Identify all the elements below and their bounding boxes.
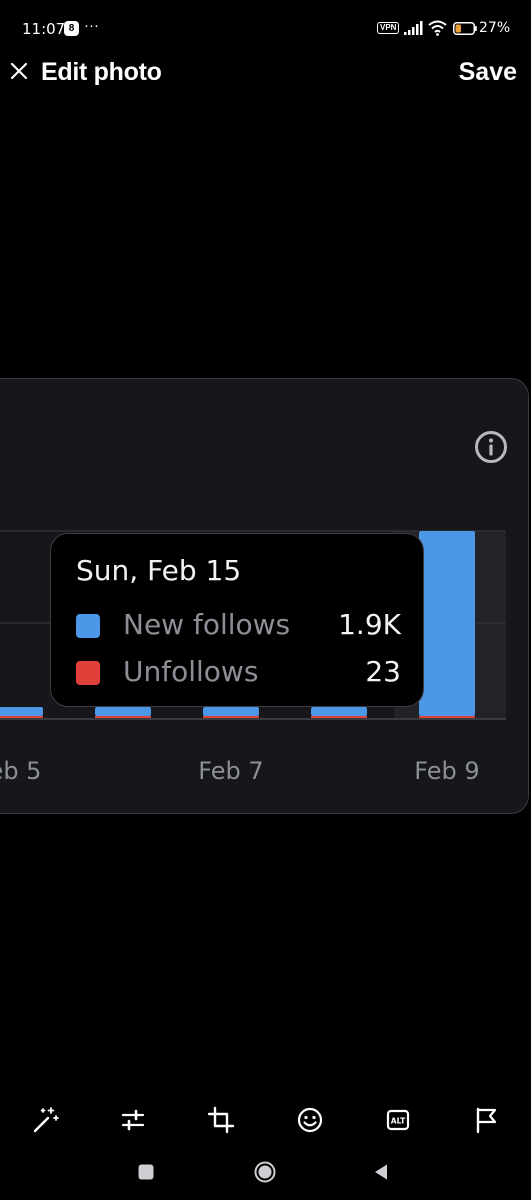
x-tick-label: Feb 7 <box>198 757 263 785</box>
bar-new-follows <box>203 707 259 716</box>
alt-text-icon[interactable]: ALT <box>382 1104 414 1136</box>
tooltip-row-new-follows: New follows 1.9K <box>76 606 401 642</box>
tooltip-label: Unfollows <box>123 655 259 688</box>
status-time: 11:07 <box>22 20 66 38</box>
magic-wand-icon[interactable] <box>30 1104 62 1136</box>
new-follows-swatch <box>76 614 100 638</box>
bar-new-follows <box>95 707 151 716</box>
info-icon <box>475 431 507 463</box>
photo-preview[interactable]: eb 5 Feb 7 Feb 9 Sun, Feb 15 New follows 1… <box>0 378 529 814</box>
edit-photo-header: Edit photo Save <box>0 56 531 92</box>
x-tick-label: eb 5 <box>0 757 41 785</box>
close-icon[interactable] <box>6 58 34 86</box>
tooltip-date: Sun, Feb 15 <box>76 554 242 587</box>
status-bar: 11:07 8 ··· VPN 27% <box>0 0 531 56</box>
bar-new-follows <box>311 707 367 716</box>
sticker-smiley-icon[interactable] <box>294 1104 326 1136</box>
crop-icon[interactable] <box>205 1104 237 1136</box>
tooltip-value: 23 <box>365 655 401 688</box>
battery-percent: 27% <box>479 20 511 36</box>
home-icon[interactable] <box>253 1160 277 1184</box>
tooltip-label: New follows <box>123 608 291 641</box>
more-notifications-icon: ··· <box>84 17 99 34</box>
adjust-sliders-icon[interactable] <box>117 1104 149 1136</box>
wifi-icon <box>428 20 447 36</box>
flag-icon[interactable] <box>470 1104 502 1136</box>
notification-icon: 8 <box>64 21 79 36</box>
x-tick-label: Feb 9 <box>414 757 479 785</box>
page-title: Edit photo <box>41 58 162 86</box>
bar-new-follows <box>419 531 475 716</box>
back-icon[interactable] <box>370 1160 394 1184</box>
save-button[interactable]: Save <box>459 58 517 87</box>
tooltip-value: 1.9K <box>338 608 401 641</box>
bar-new-follows <box>0 707 43 716</box>
vpn-icon: VPN <box>377 22 400 34</box>
unfollows-swatch <box>76 661 100 685</box>
recent-apps-icon[interactable] <box>134 1160 158 1184</box>
system-nav-bar <box>0 1152 531 1192</box>
tooltip-row-unfollows: Unfollows 23 <box>76 653 401 689</box>
alt-text-label: ALT <box>391 1117 406 1126</box>
edit-toolbar: ALT <box>0 1100 531 1144</box>
signal-icon <box>404 21 423 35</box>
battery-icon <box>453 22 477 35</box>
chart-tooltip: Sun, Feb 15 New follows 1.9K Unfollows 2… <box>50 533 424 707</box>
